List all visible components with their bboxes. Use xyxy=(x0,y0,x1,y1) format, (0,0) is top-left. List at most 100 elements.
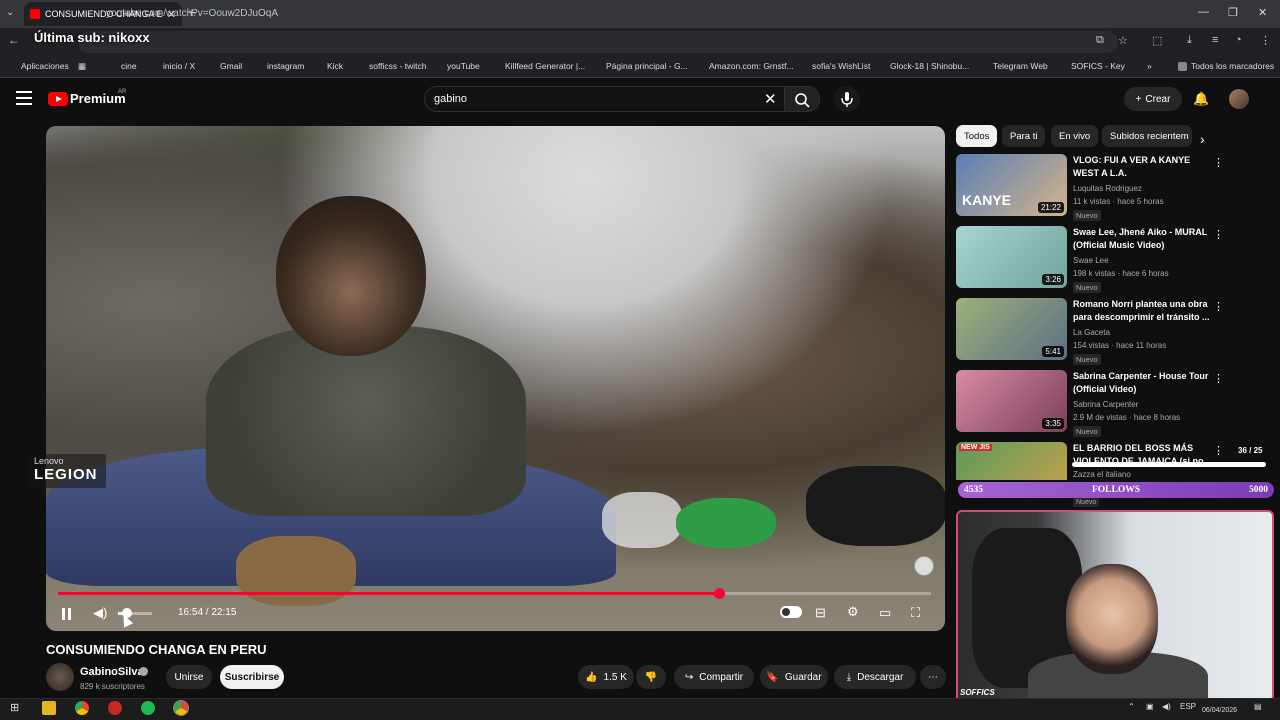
more-options-icon[interactable]: ⋮ xyxy=(1213,444,1220,457)
progress-bar[interactable] xyxy=(58,588,931,599)
network-icon[interactable]: ▣ xyxy=(1146,702,1154,711)
more-options-icon[interactable]: ⋮ xyxy=(1213,372,1224,385)
recommendation-title[interactable]: Swae Lee, Jhené Aiko - MURAL (Official M… xyxy=(1073,226,1213,252)
bookmark-item[interactable]: sofia's WishList xyxy=(799,61,870,71)
subscribe-button[interactable]: Suscribirse xyxy=(220,665,284,689)
bookmark-item[interactable]: inicio / X xyxy=(150,61,195,71)
recommendation-channel[interactable]: Swae Lee xyxy=(1073,256,1109,265)
video-thumbnail[interactable]: 3:35 xyxy=(956,370,1067,432)
volume-icon[interactable]: ◀) xyxy=(93,605,107,621)
chip-subidos[interactable]: Subidos recientem xyxy=(1102,125,1192,147)
recommendation-channel[interactable]: La Gaceta xyxy=(1073,328,1110,337)
clear-search-icon[interactable]: ✕ xyxy=(764,90,777,108)
back-icon[interactable]: ← xyxy=(8,33,20,47)
voice-search-button[interactable] xyxy=(834,86,860,112)
chip-para-ti[interactable]: Para ti xyxy=(1002,125,1046,147)
recommendation-item[interactable]: 3:26 Swae Lee, Jhené Aiko - MURAL (Offic… xyxy=(956,226,1224,293)
bookmark-item[interactable]: Amazon.com: Grnstf... xyxy=(696,61,794,71)
app-icon[interactable] xyxy=(108,701,122,715)
recommendation-title[interactable]: Romano Norri plantea una obra para desco… xyxy=(1073,298,1213,324)
bookmark-item[interactable]: SOFICS - Key xyxy=(1058,61,1125,71)
chrome-icon[interactable] xyxy=(75,701,89,715)
windows-start-icon[interactable]: ⊞ xyxy=(10,701,19,714)
video-player[interactable] xyxy=(46,126,945,631)
join-button[interactable]: Unirse xyxy=(166,665,212,689)
minimize-icon[interactable]: — xyxy=(1198,6,1209,18)
download-icon[interactable]: ⤓ xyxy=(1187,34,1192,47)
recommendation-item[interactable]: 5:41 Romano Norri plantea una obra para … xyxy=(956,298,1224,365)
pause-button[interactable] xyxy=(62,607,74,620)
chevron-right-icon[interactable]: › xyxy=(1200,131,1205,147)
bookmark-item[interactable]: Página principal - G... xyxy=(593,61,688,71)
channel-name[interactable]: GabinoSilva xyxy=(80,666,144,678)
language-indicator[interactable]: ESP xyxy=(1180,702,1196,711)
search-button[interactable] xyxy=(784,86,820,112)
restore-icon[interactable]: ❐ xyxy=(1228,6,1238,19)
profile-icon[interactable]: ◔ xyxy=(1235,34,1242,46)
download-button[interactable]: ⤓ Descargar xyxy=(834,665,916,689)
progress-scrubber[interactable] xyxy=(713,588,725,599)
bookmark-item[interactable]: instagram xyxy=(254,61,304,71)
share-button[interactable]: ↪ Compartir xyxy=(674,665,754,689)
notification-center-icon[interactable]: ▤ xyxy=(1254,702,1262,711)
dislike-button[interactable]: 👎 xyxy=(636,665,666,689)
bookmark-grid-icon[interactable]: ▦ xyxy=(78,61,86,72)
create-button[interactable]: + Crear xyxy=(1124,87,1182,111)
like-button[interactable]: 👍 1.5 K xyxy=(578,665,634,689)
settings-gear-icon[interactable]: ⚙ xyxy=(847,604,859,620)
autoplay-toggle[interactable] xyxy=(780,606,802,618)
bookmark-item[interactable]: Killfeed Generator |... xyxy=(492,61,585,71)
recommendation-item[interactable]: KANYE 21:22 VLOG: FUI A VER A KANYE WEST… xyxy=(956,154,1224,221)
install-icon[interactable]: ⧉ xyxy=(1096,34,1104,47)
date-display[interactable]: 06/04/2026 xyxy=(1202,707,1237,714)
bookmark-item[interactable]: Glock-18 | Shinobu... xyxy=(877,61,969,71)
bookmark-item[interactable]: Aplicaciones xyxy=(8,61,69,71)
hamburger-menu-icon[interactable] xyxy=(16,91,32,105)
file-explorer-icon[interactable] xyxy=(42,701,56,715)
video-thumbnail[interactable]: NEW JIS xyxy=(956,442,1067,480)
user-avatar[interactable] xyxy=(1229,89,1249,109)
recommendation-channel[interactable]: Zazza el italiano xyxy=(1073,470,1131,479)
notifications-bell-icon[interactable]: 🔔 xyxy=(1193,91,1209,107)
more-options-icon[interactable]: ⋮ xyxy=(1213,300,1224,313)
recommendation-title[interactable]: Sabrina Carpenter - House Tour (Official… xyxy=(1073,370,1213,396)
more-actions-button[interactable]: ⋯ xyxy=(920,665,946,689)
recommendation-channel[interactable]: Luquitas Rodriguez xyxy=(1073,184,1142,193)
recommendation-channel[interactable]: Sabrina Carpenter xyxy=(1073,400,1138,409)
spotify-icon[interactable] xyxy=(141,701,155,715)
fullscreen-icon[interactable]: ⛶ xyxy=(911,605,920,621)
more-bookmarks-button[interactable]: » xyxy=(1147,61,1152,71)
video-thumbnail[interactable]: 3:26 xyxy=(956,226,1067,288)
recommendation-title[interactable]: VLOG: FUI A VER A KANYE WEST A L.A. xyxy=(1073,154,1213,180)
more-options-icon[interactable]: ⋮ xyxy=(1213,228,1224,241)
address-url[interactable]: youtube.com/watch?v=Oouw2DJuOqA xyxy=(106,8,278,19)
chip-en-vivo[interactable]: En vivo xyxy=(1051,125,1099,147)
bookmark-item[interactable]: Kick xyxy=(314,61,343,71)
chip-todos[interactable]: Todos xyxy=(956,125,998,147)
bookmark-item[interactable]: youTube xyxy=(434,61,480,71)
subtitles-icon[interactable]: ⊟ xyxy=(815,605,826,621)
browser-menu-icon[interactable]: ⋮ xyxy=(1260,34,1271,47)
reading-list-icon[interactable]: ≡ xyxy=(1212,34,1218,46)
bookmark-star-icon[interactable]: ☆ xyxy=(1118,34,1128,47)
bookmark-item[interactable]: Gmail xyxy=(207,61,242,71)
tray-chevron-icon[interactable]: ⌃ xyxy=(1128,702,1135,711)
close-window-icon[interactable]: ✕ xyxy=(1258,6,1267,19)
theater-mode-icon[interactable]: ▭ xyxy=(879,605,891,621)
tab-search-icon[interactable]: ⌄ xyxy=(6,7,14,18)
chrome-active-icon[interactable] xyxy=(173,700,189,716)
more-options-icon[interactable]: ⋮ xyxy=(1213,156,1224,169)
recommendation-item[interactable]: 3:35 Sabrina Carpenter - House Tour (Off… xyxy=(956,370,1224,437)
youtube-logo-icon[interactable] xyxy=(48,92,68,106)
bookmark-item[interactable]: cine xyxy=(108,61,137,71)
save-button[interactable]: 🔖 Guardar xyxy=(760,665,828,689)
recommendation-item[interactable]: NEW JIS EL BARRIO DEL BOSS MÁS VIOLENTO … xyxy=(956,442,1220,480)
all-bookmarks-button[interactable]: Todos los marcadores xyxy=(1178,61,1274,71)
search-box[interactable] xyxy=(424,86,785,112)
video-thumbnail[interactable]: KANYE 21:22 xyxy=(956,154,1067,216)
player-overlay-knob[interactable] xyxy=(914,556,934,576)
search-input[interactable]: gabino xyxy=(434,93,467,105)
extensions-icon[interactable]: ⬚ xyxy=(1152,34,1162,47)
bookmark-item[interactable]: sofficss - twitch xyxy=(356,61,426,71)
bookmark-item[interactable]: Telegram Web xyxy=(980,61,1048,71)
